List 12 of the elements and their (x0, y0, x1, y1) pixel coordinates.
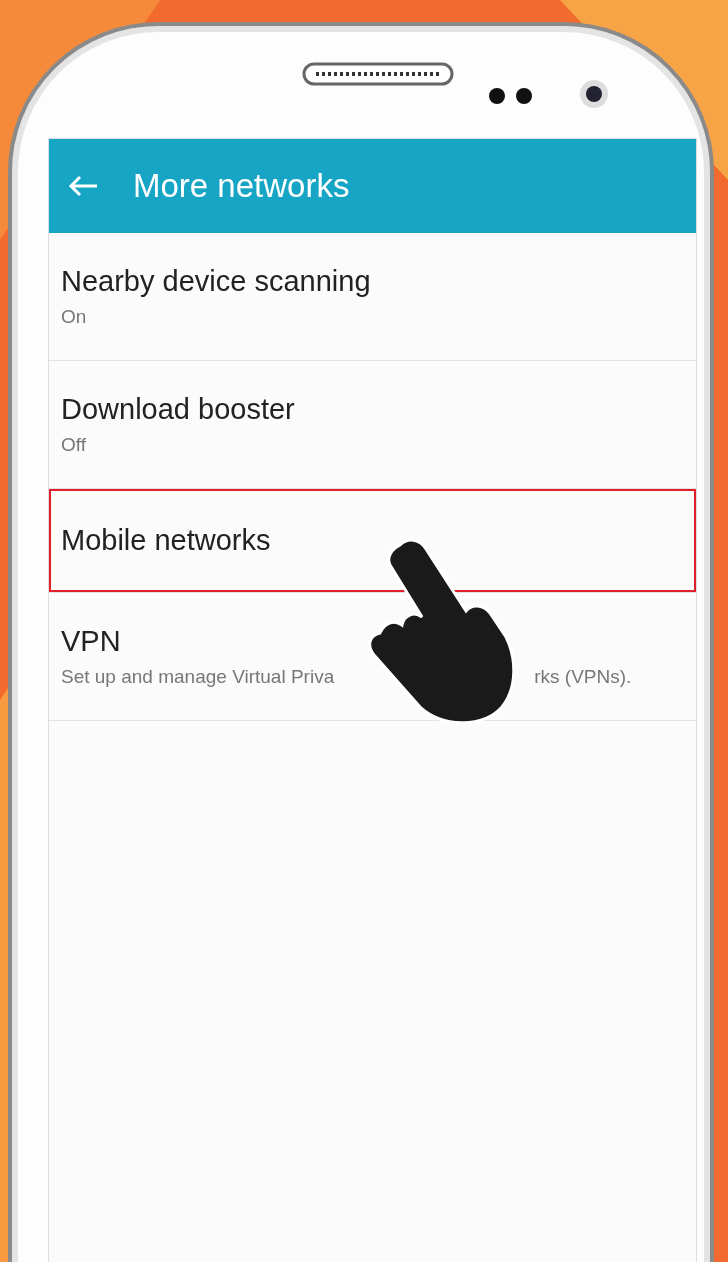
setting-row[interactable]: Download booster Off (49, 361, 696, 489)
setting-subtitle: rks (VPNs). (534, 666, 632, 688)
setting-subtitle: Set up and manage Virtual Priva (61, 666, 335, 688)
setting-subtitle: Off (61, 434, 86, 456)
setting-title[interactable]: Mobile networks (61, 524, 271, 557)
setting-subtitle: On (61, 306, 87, 328)
setting-title[interactable]: VPN (61, 625, 121, 658)
screen-title: More networks (133, 167, 350, 205)
back-icon[interactable] (67, 174, 99, 198)
setting-title[interactable]: Nearby device scanning (61, 265, 371, 298)
setting-row[interactable]: Nearby device scanning On (49, 233, 696, 361)
setting-title[interactable]: Download booster (61, 393, 295, 426)
